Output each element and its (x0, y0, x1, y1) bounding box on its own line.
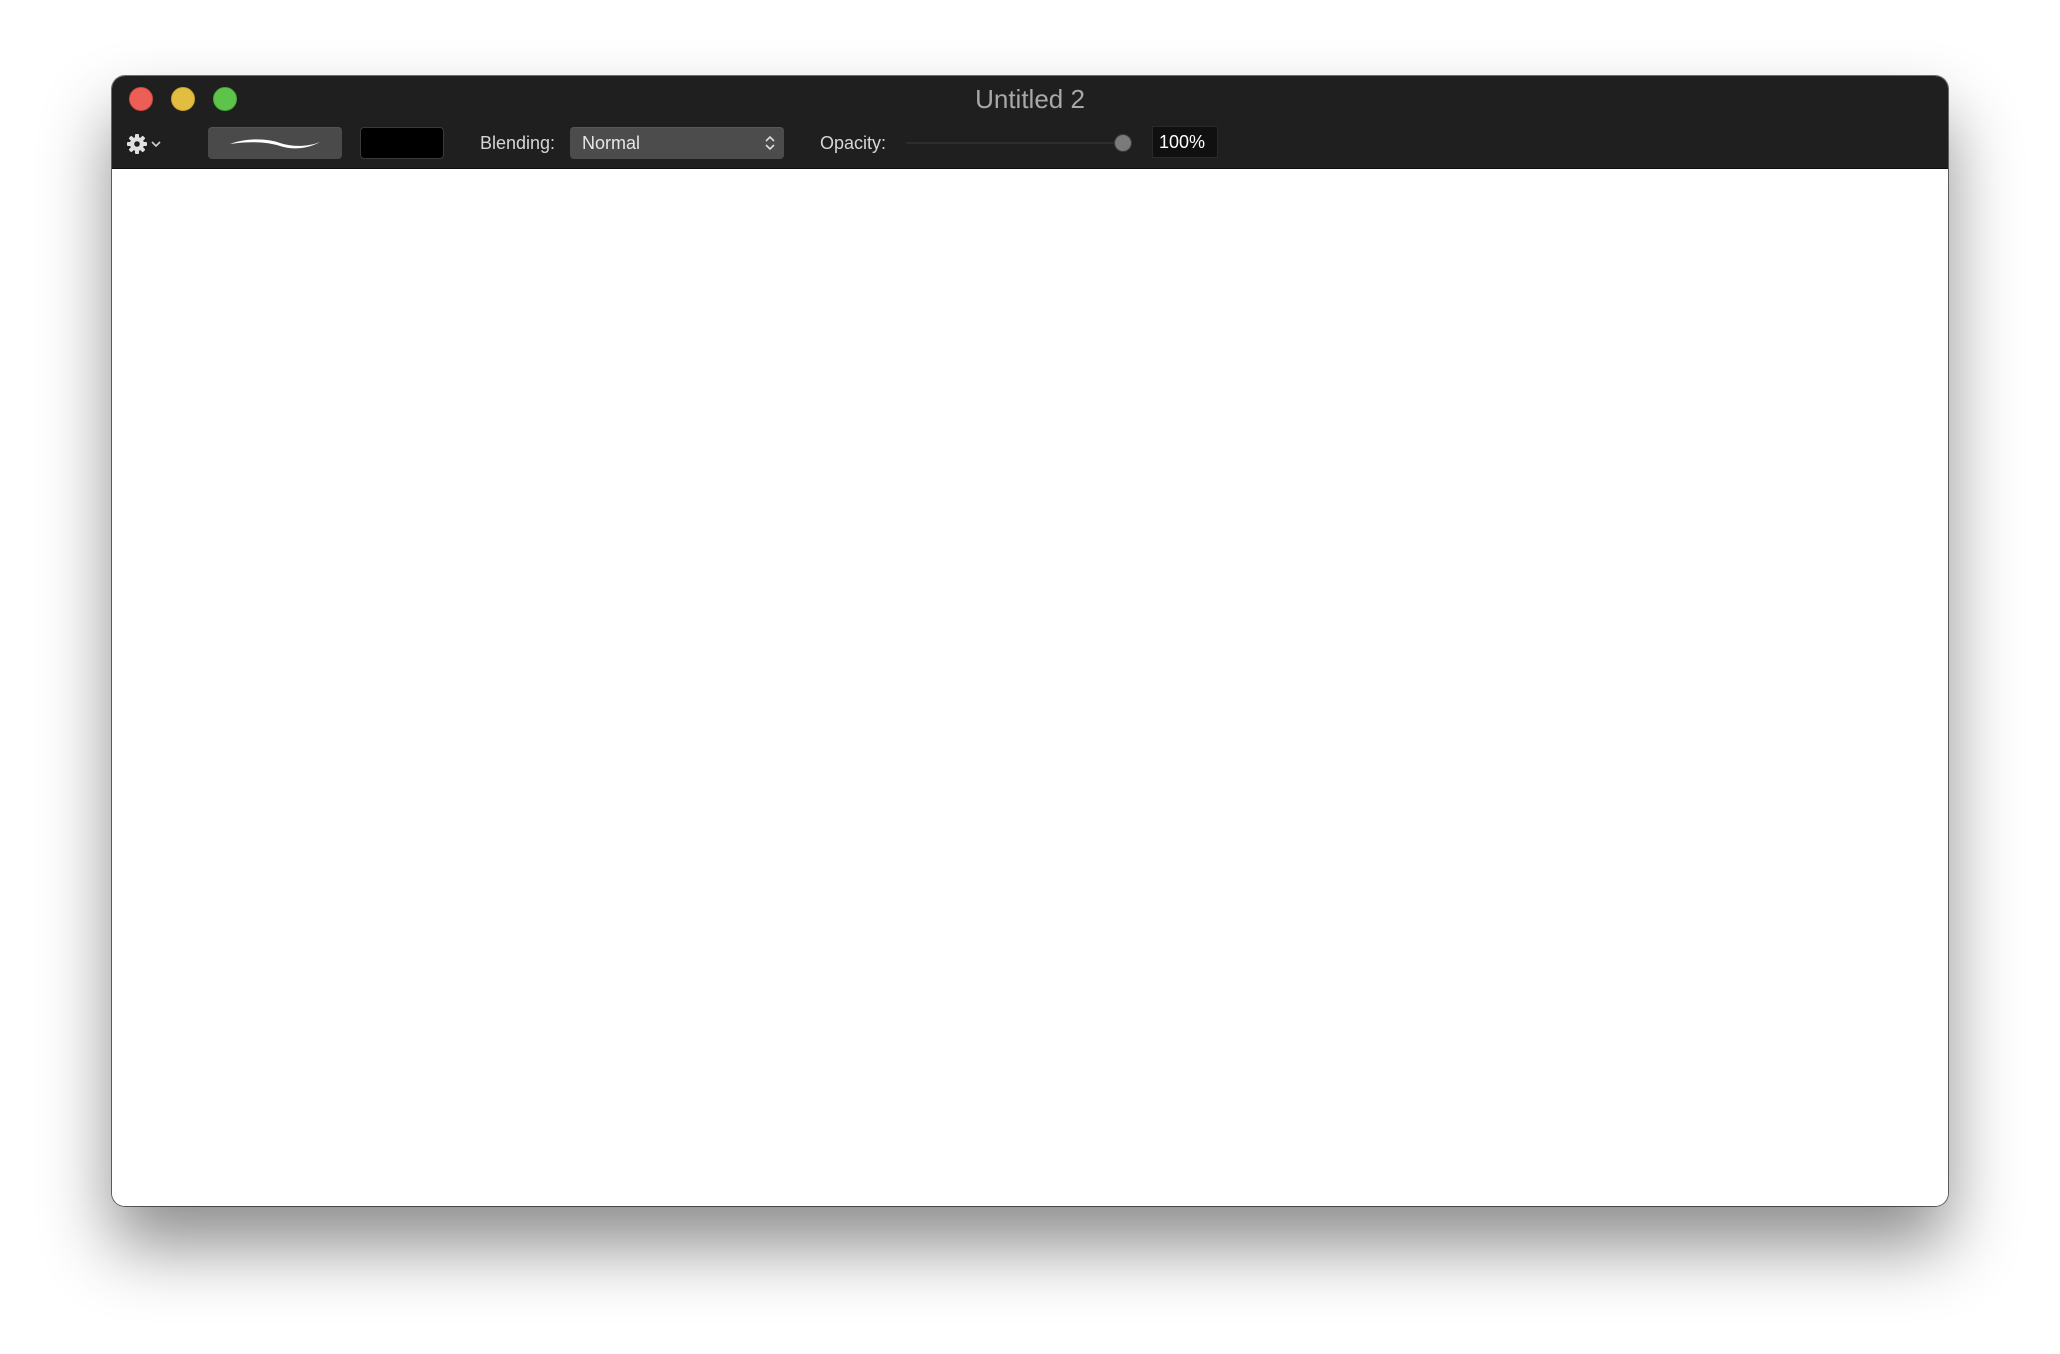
minimize-window-button[interactable] (171, 87, 195, 111)
brush-selector[interactable] (208, 127, 342, 159)
settings-menu-button[interactable] (126, 129, 166, 159)
color-well[interactable] (360, 127, 444, 159)
app-window: Untitled 2 Blending: Normal Opacity: 100… (112, 76, 1948, 1206)
blending-label: Blending: (480, 133, 556, 153)
blending-mode-value: Normal (582, 133, 641, 153)
drawing-canvas[interactable] (112, 169, 1948, 1206)
opacity-slider-fill (906, 142, 1123, 144)
blending-mode-select[interactable]: Normal (570, 127, 784, 159)
opacity-value-field[interactable]: 100% (1152, 126, 1218, 158)
opacity-label: Opacity: (820, 133, 887, 153)
opacity-slider-knob[interactable] (1114, 134, 1132, 152)
window-title: Untitled 2 (975, 84, 1085, 114)
chevron-down-icon (151, 140, 161, 148)
zoom-window-button[interactable] (213, 87, 237, 111)
opacity-slider[interactable] (906, 128, 1142, 158)
toolbar: Blending: Normal Opacity: 100% (112, 124, 1948, 164)
gear-icon (126, 133, 148, 155)
close-window-button[interactable] (129, 87, 153, 111)
title-bar: Untitled 2 Blending: Normal Opacity: 100… (112, 76, 1948, 169)
